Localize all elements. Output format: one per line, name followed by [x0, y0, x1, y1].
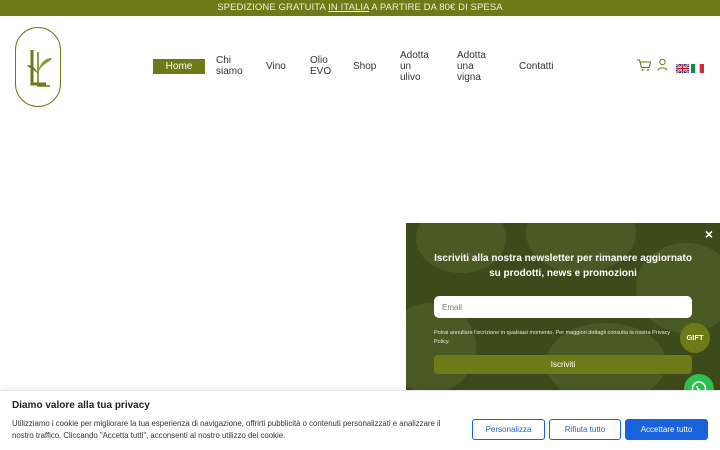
nav-vigna-line3: vigna — [457, 72, 481, 83]
nav-contatti[interactable]: Contatti — [519, 61, 553, 72]
newsletter-subscribe-button[interactable]: Iscriviti — [434, 355, 692, 374]
user-icon[interactable] — [657, 58, 668, 76]
nav-ulivo-line1: Adotta — [400, 50, 429, 61]
flag-uk-icon[interactable] — [675, 60, 690, 78]
newsletter-email-input[interactable] — [434, 296, 692, 318]
announcement-bar: SPEDIZIONE GRATUITA IN ITALIA A PARTIRE … — [0, 0, 720, 16]
nav-home[interactable]: Home — [153, 59, 205, 74]
nav-chi-line1: Chi — [216, 55, 232, 66]
nav-chi-line2: siamo — [216, 66, 243, 77]
nav-shop[interactable]: Shop — [353, 61, 376, 72]
flag-italy-icon[interactable] — [691, 60, 704, 78]
popup-title: Iscriviti alla nostra newsletter per rim… — [434, 253, 692, 279]
popup-privacy-note: Potrai annullare l'iscrizione in qualsia… — [434, 330, 671, 345]
cookie-customize-button[interactable]: Personalizza — [472, 419, 545, 440]
cookie-accept-button[interactable]: Accettare tutto — [625, 419, 708, 440]
nav-olio-evo[interactable]: Olio EVO — [310, 55, 331, 77]
nav-chi-siamo[interactable]: Chi siamo — [216, 55, 243, 77]
site-logo[interactable] — [15, 27, 61, 107]
nav-vino[interactable]: Vino — [266, 61, 286, 72]
announcement-link[interactable]: IN ITALIA — [328, 2, 369, 13]
announcement-text-1: SPEDIZIONE GRATUITA — [217, 2, 329, 13]
nav-ulivo-line2: un — [400, 61, 412, 72]
nav-adotta-ulivo[interactable]: Adotta un ulivo — [400, 50, 429, 83]
nav-vigna-line2: una — [457, 61, 474, 72]
nav-olio-line2: EVO — [310, 66, 332, 77]
announcement-text-2: A PARTIRE DA 80€ DI SPESA — [369, 2, 503, 13]
cookie-description: Utilizziamo i cookie per migliorare la t… — [12, 419, 441, 440]
nav-ulivo-line3: ulivo — [400, 72, 421, 83]
nav-adotta-vigna[interactable]: Adotta una vigna — [457, 50, 486, 83]
popup-close-button[interactable]: × — [702, 227, 716, 241]
cookie-title: Diamo valore alla tua privacy — [12, 400, 150, 411]
cookie-reject-button[interactable]: Rifiuta tutto — [549, 419, 621, 440]
gift-button[interactable]: GIFT — [680, 323, 710, 353]
logo-leaf-icon — [27, 50, 52, 87]
cart-icon[interactable] — [636, 58, 652, 77]
nav-vigna-line1: Adotta — [457, 50, 486, 61]
nav-olio-line1: Olio — [310, 55, 328, 66]
